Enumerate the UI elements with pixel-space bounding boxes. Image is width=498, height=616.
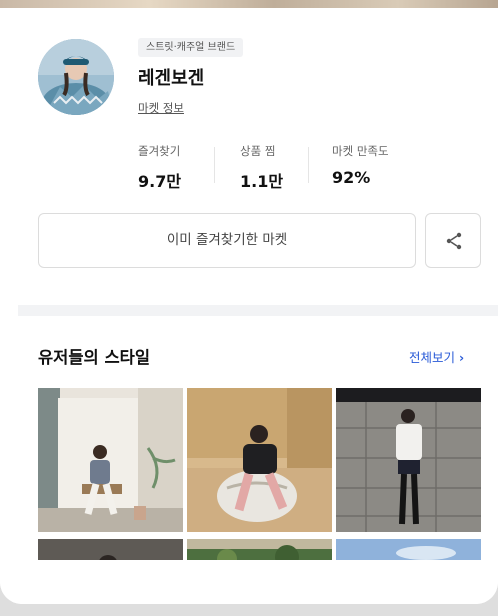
favorite-market-button[interactable]: 이미 즐겨찾기한 마켓 [38,213,416,268]
photo-icon [38,388,183,532]
user-styles-title: 유저들의 스타일 [38,348,151,367]
user-styles-grid [38,388,482,560]
style-photo-2[interactable] [187,388,332,532]
market-info-link[interactable]: 마켓 정보 [138,100,184,116]
style-photo-1[interactable] [38,388,183,532]
stat-label: 마켓 만족도 [332,144,389,158]
style-photo-6[interactable] [336,539,481,560]
share-icon [446,232,462,250]
stat-wishlist: 상품 찜 1.1만 [240,143,283,192]
style-photo-5[interactable] [187,539,332,560]
stat-divider [214,147,215,183]
stat-favorites: 즐겨찾기 9.7만 [138,143,181,192]
stat-value: 1.1만 [240,172,284,191]
see-all-label: 전체보기 [409,350,456,365]
photo-icon [187,388,332,532]
stat-value: 92% [332,168,371,187]
photo-icon [187,539,332,560]
style-photo-3[interactable] [336,388,481,532]
banner-image-edge [0,0,498,8]
bottom-padding [0,560,498,604]
photo-icon [38,539,183,560]
stat-label: 상품 찜 [240,144,276,158]
category-tag: 스트릿·캐주얼 브랜드 [138,38,244,57]
share-button[interactable] [425,213,481,268]
shop-avatar[interactable] [38,39,114,115]
photo-icon [336,388,481,532]
stat-value: 9.7만 [138,172,182,191]
chevron-right-icon: › [459,350,465,365]
photo-icon [336,539,481,560]
shop-name: 레겐보겐 [138,68,205,89]
stat-divider [308,147,309,183]
shop-stats: 즐겨찾기 9.7만 상품 찜 1.1만 마켓 만족도 92% [138,143,438,193]
style-photo-4[interactable] [38,539,183,560]
shop-screen: 스트릿·캐주얼 브랜드 레겐보겐 마켓 정보 즐겨찾기 9.7만 상품 찜 1.… [0,0,498,604]
section-divider [18,305,498,316]
stat-label: 즐겨찾기 [138,144,181,158]
see-all-link[interactable]: 전체보기 › [409,347,464,366]
stat-satisfaction: 마켓 만족도 92% [332,143,389,187]
